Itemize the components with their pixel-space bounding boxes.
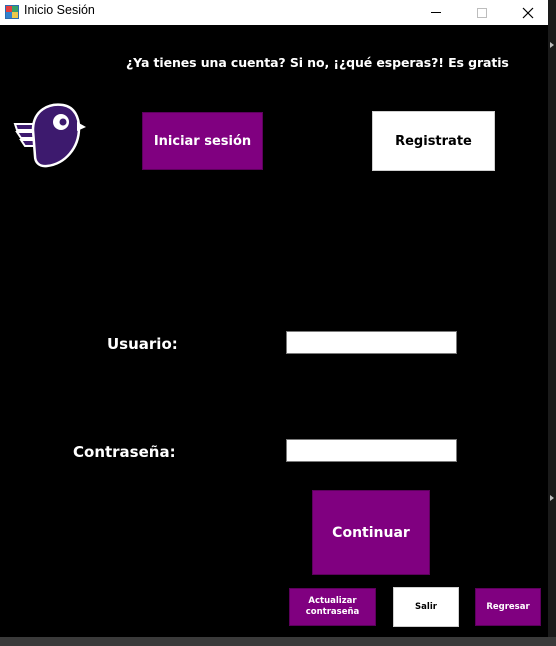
maximize-icon [477, 7, 487, 18]
window-title: Inicio Sesión [24, 3, 95, 17]
minimize-icon [431, 12, 441, 13]
username-label: Usuario: [107, 335, 178, 353]
back-button[interactable]: Regresar [475, 588, 541, 626]
register-tab-button[interactable]: Registrate [372, 111, 495, 171]
window-right-edge [548, 0, 556, 646]
minimize-button[interactable] [413, 0, 459, 25]
continue-button[interactable]: Continuar [312, 490, 430, 575]
close-icon [522, 7, 534, 18]
title-bar[interactable]: Inicio Sesión [0, 0, 548, 25]
close-button[interactable] [505, 0, 551, 25]
update-password-button[interactable]: Actualizar contraseña [289, 588, 376, 626]
login-tab-button[interactable]: Iniciar sesión [142, 112, 263, 170]
resize-arrow-icon [550, 42, 554, 48]
app-window-icon [5, 5, 19, 19]
password-label: Contraseña: [73, 443, 176, 461]
window-bottom-edge [0, 637, 556, 646]
maximize-button[interactable] [459, 0, 505, 25]
signup-prompt: ¿Ya tienes una cuenta? Si no, ¡¿qué espe… [126, 55, 509, 70]
exit-button[interactable]: Salir [393, 587, 459, 627]
resize-arrow-icon [550, 495, 554, 501]
password-input[interactable] [286, 439, 457, 462]
bird-logo-icon [13, 103, 86, 168]
username-input[interactable] [286, 331, 457, 354]
login-window: Inicio Sesión ¿Ya tienes una cuenta? Si … [0, 0, 556, 646]
